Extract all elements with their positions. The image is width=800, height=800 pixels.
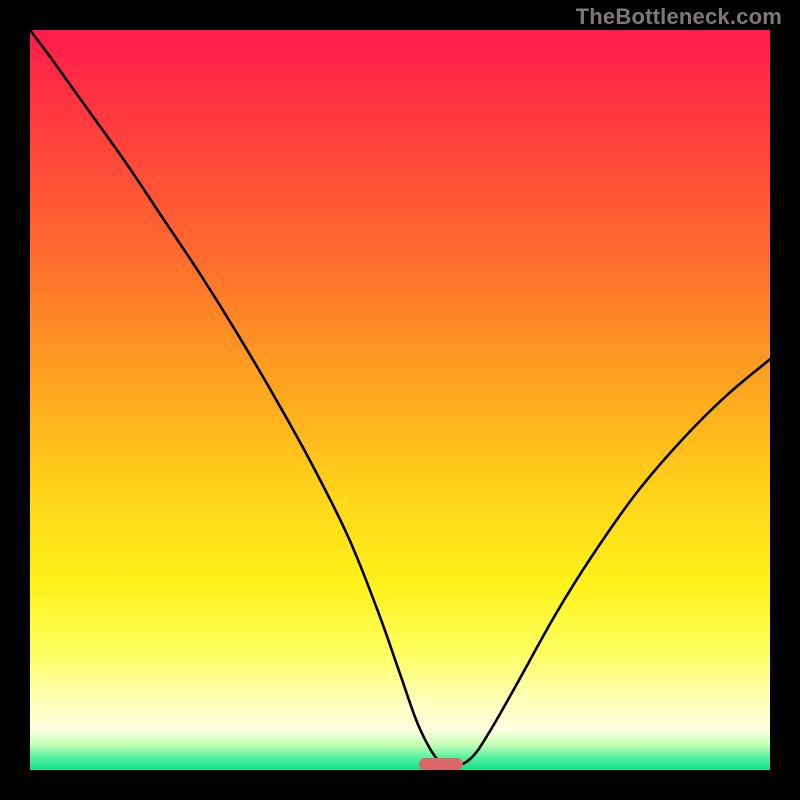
outer-frame: TheBottleneck.com — [0, 0, 800, 800]
watermark-text: TheBottleneck.com — [576, 4, 782, 30]
plot-area — [30, 30, 770, 770]
bottleneck-curve — [30, 30, 770, 770]
optimal-marker — [419, 758, 463, 770]
